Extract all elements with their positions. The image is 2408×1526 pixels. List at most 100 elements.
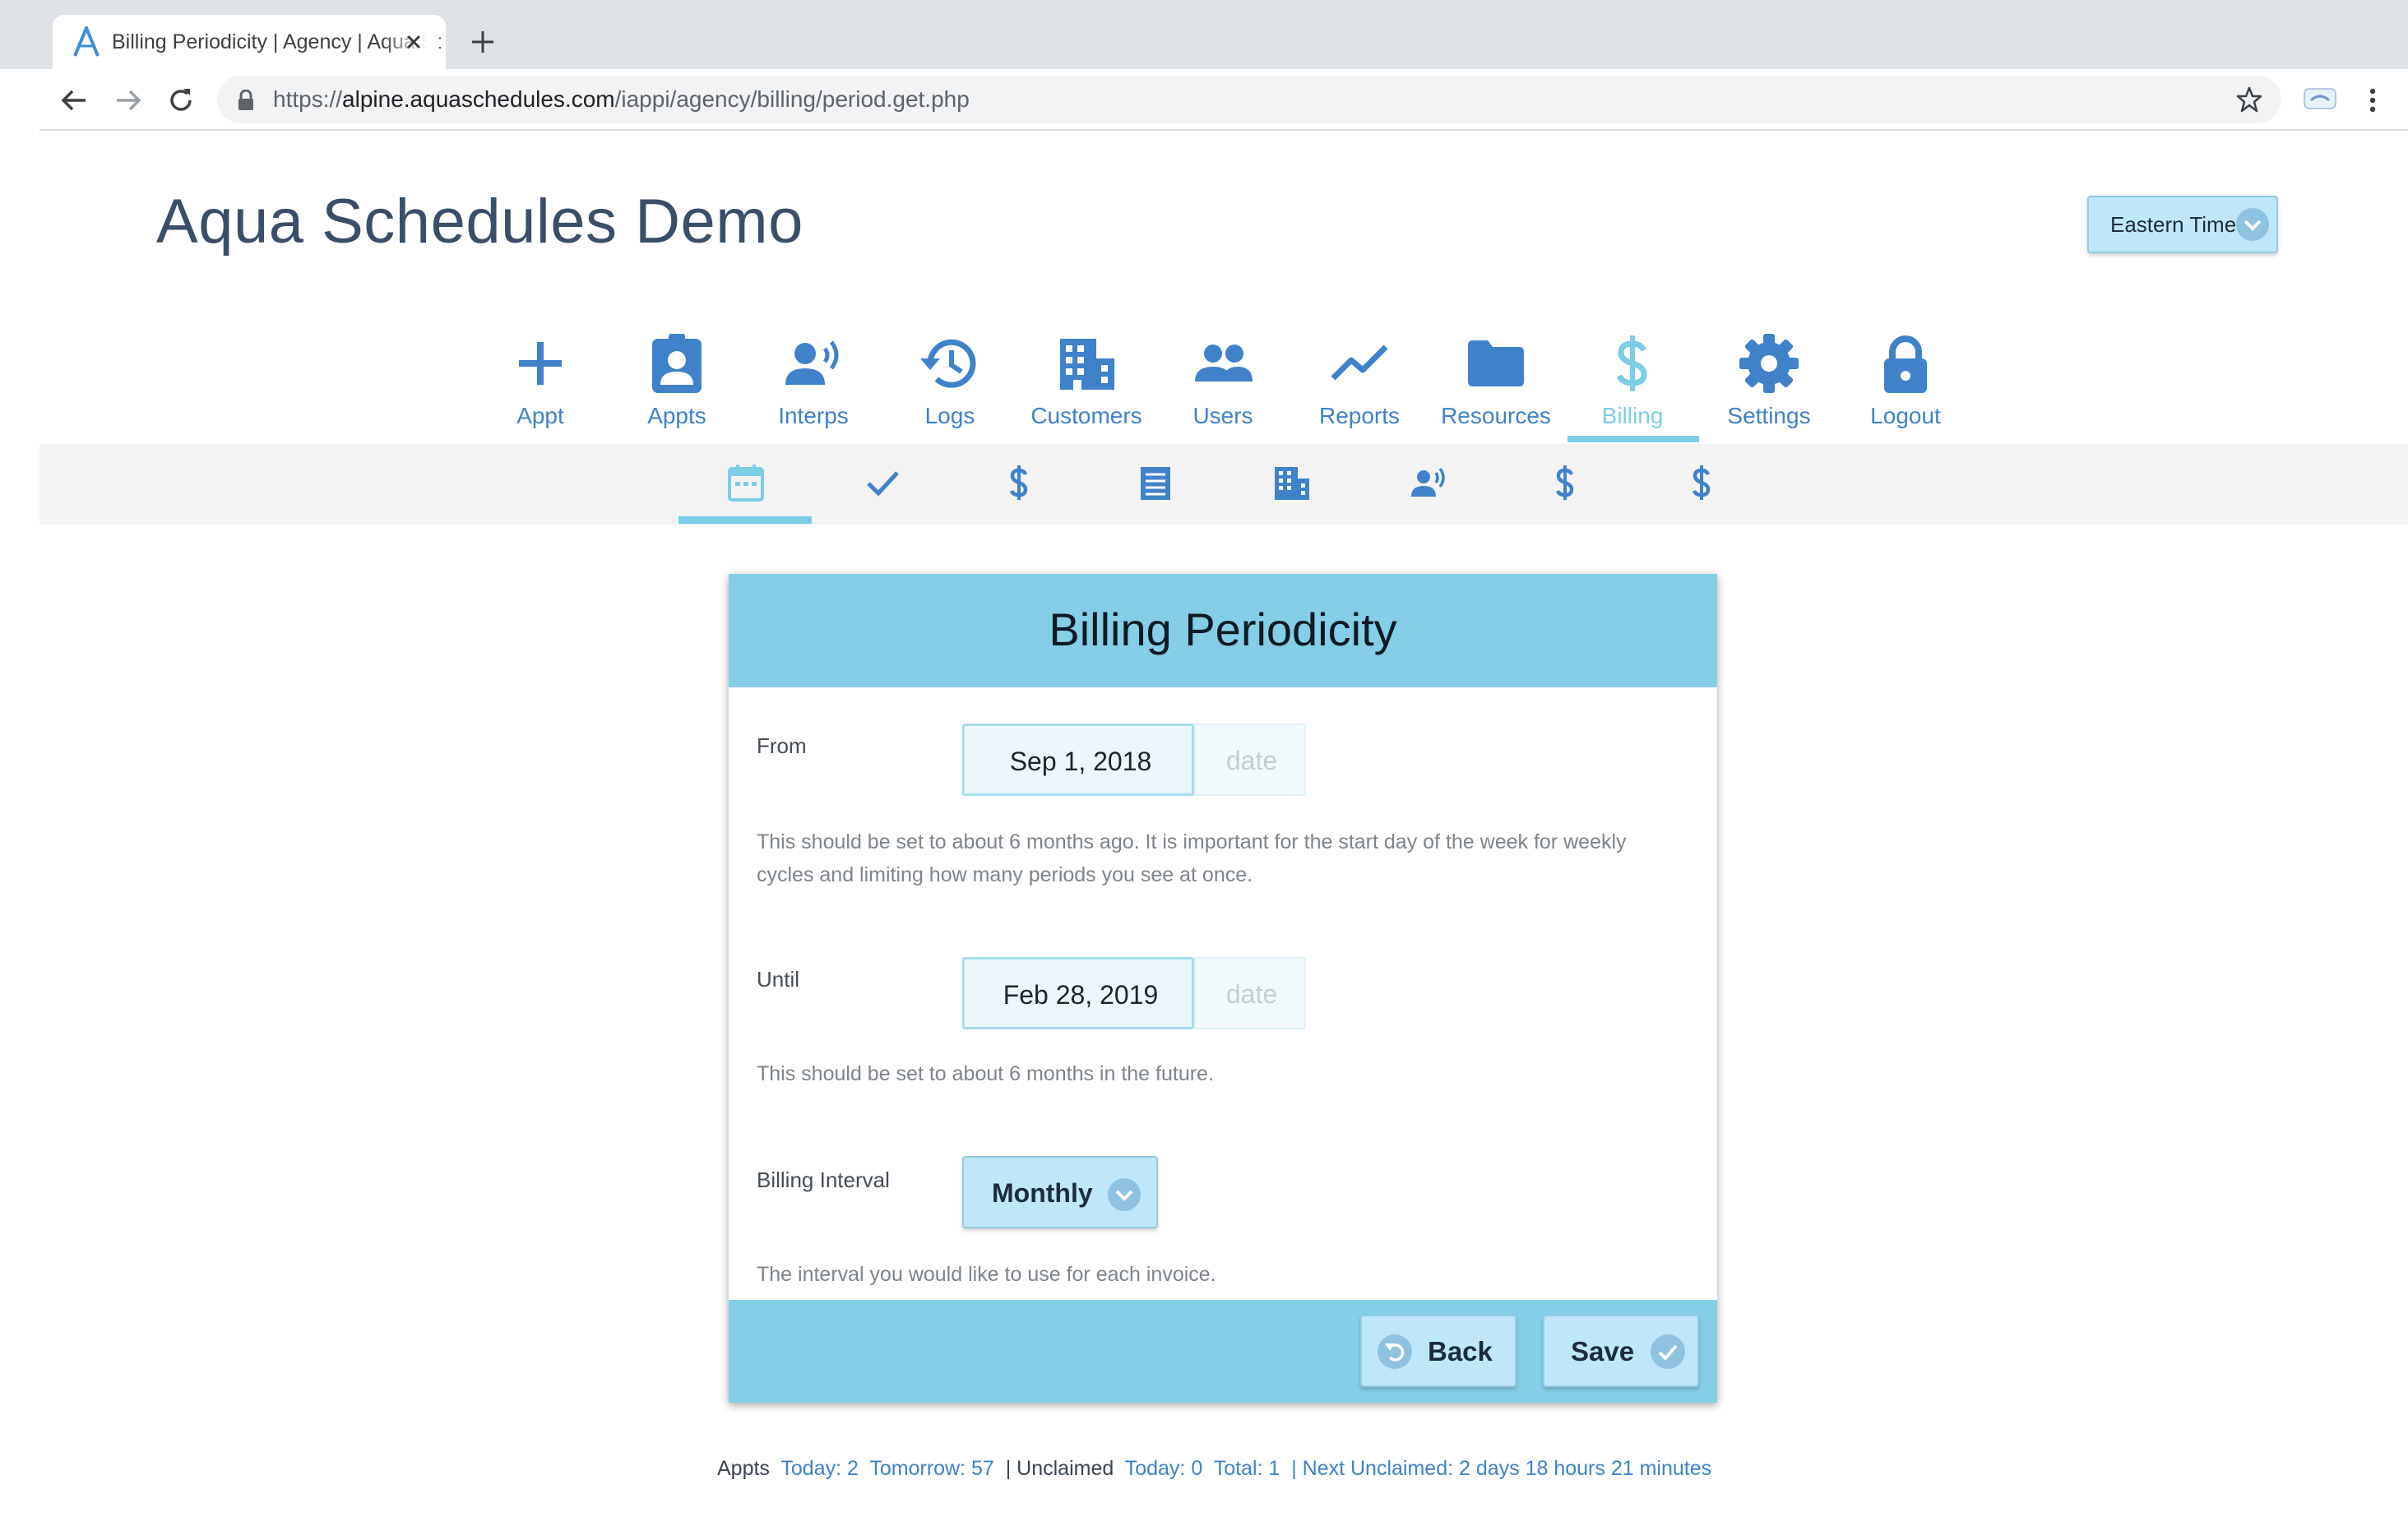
- billing-periodicity-card: Billing Periodicity From Sep 1, 2018 dat…: [729, 574, 1717, 1403]
- history-clock-icon: [920, 339, 976, 388]
- appts-today-link[interactable]: Today: 2: [780, 1457, 859, 1480]
- chevron-down-icon: [1108, 1178, 1141, 1211]
- until-date-input[interactable]: Feb 28, 2019: [962, 957, 1194, 1029]
- gear-icon: [1739, 334, 1799, 393]
- back-label: Back: [1428, 1336, 1493, 1366]
- nav-label: Appts: [647, 403, 706, 428]
- nav-label: Settings: [1727, 403, 1811, 428]
- date-addon-label: date: [1225, 979, 1278, 1009]
- nav-users[interactable]: Users: [1155, 322, 1291, 437]
- nav-label: Billing: [1601, 403, 1664, 428]
- dollar-icon: [1009, 465, 1028, 500]
- checkmark-icon: [867, 471, 899, 497]
- browser-tab[interactable]: Billing Periodicity | Agency | Aqua Sche…: [53, 15, 446, 69]
- appts-label: Appts: [717, 1457, 770, 1480]
- subnav-invoices[interactable]: [1088, 444, 1221, 525]
- from-help-text: This should be set to about 6 months ago…: [757, 830, 1627, 886]
- browser-toolbar: https://alpine.aquaschedules.com/iappi/a…: [0, 69, 2408, 130]
- lock-icon: [1884, 335, 1927, 393]
- status-bar: Appts Today: 2 Tomorrow: 57 | Unclaimed …: [717, 1454, 1711, 1483]
- subnav-billing-b[interactable]: [1498, 444, 1631, 525]
- subnav-customers[interactable]: [1225, 444, 1358, 525]
- billing-interval-label: Billing Interval: [757, 1168, 890, 1192]
- line-chart-icon: [1331, 345, 1388, 381]
- until-date-value: Feb 28, 2019: [1003, 980, 1159, 1010]
- address-bar[interactable]: https://alpine.aquaschedules.com/iappi/a…: [217, 76, 2281, 123]
- more-menu-icon[interactable]: [2360, 86, 2385, 115]
- save-label: Save: [1571, 1336, 1635, 1366]
- building-icon: [1060, 339, 1114, 390]
- until-help-text: This should be set to about 6 months in …: [757, 1062, 1214, 1085]
- until-label: Until: [757, 967, 800, 992]
- folder-icon: [1468, 340, 1524, 386]
- nav-billing[interactable]: Billing: [1564, 322, 1701, 437]
- contact-badge-icon: [652, 334, 702, 393]
- card-footer: Back Save: [729, 1300, 1717, 1403]
- calendar-icon: [728, 465, 764, 502]
- back-button[interactable]: Back: [1360, 1315, 1517, 1387]
- unclaimed-label: | Unclaimed: [1005, 1457, 1114, 1480]
- nav-interps[interactable]: Interps: [745, 322, 882, 437]
- new-tab-icon[interactable]: [465, 25, 500, 59]
- nav-customers[interactable]: Customers: [1018, 322, 1155, 437]
- bookmark-star-icon[interactable]: [2235, 86, 2263, 113]
- nav-resources[interactable]: Resources: [1428, 322, 1564, 437]
- subnav-billing-a[interactable]: [952, 444, 1085, 525]
- nav-label: Interps: [778, 403, 849, 428]
- next-unclaimed-link[interactable]: | Next Unclaimed: 2 days 18 hours 21 min…: [1291, 1457, 1711, 1480]
- users-icon: [1195, 345, 1253, 382]
- card-title: Billing Periodicity: [1049, 603, 1397, 655]
- interpreter-speaking-icon: [785, 340, 839, 385]
- dollar-icon: [1692, 465, 1711, 500]
- url-text: https://alpine.aquaschedules.com/iappi/a…: [273, 86, 970, 112]
- active-nav-indicator: [1568, 436, 1699, 442]
- chevron-down-icon: [2236, 208, 2269, 241]
- nav-label: Reports: [1318, 403, 1401, 428]
- unclaimed-today-link[interactable]: Today: 0: [1125, 1457, 1203, 1480]
- timezone-label: Eastern Time: [2110, 212, 2237, 237]
- nav-appts[interactable]: Appts: [609, 322, 745, 437]
- reload-icon[interactable]: [163, 82, 199, 118]
- billing-interval-help-text: The interval you would like to use for e…: [757, 1263, 1216, 1286]
- nav-label: Customers: [1030, 403, 1142, 428]
- billing-interval-value: Monthly: [992, 1178, 1093, 1208]
- check-circle-icon: [1651, 1334, 1685, 1369]
- aqua-favicon-icon: [73, 26, 100, 57]
- plus-icon: [519, 342, 562, 385]
- nav-logs[interactable]: Logs: [882, 322, 1018, 437]
- subnav-period[interactable]: [678, 444, 812, 525]
- extension-icon[interactable]: [2303, 86, 2337, 112]
- from-date-input[interactable]: Sep 1, 2018: [962, 724, 1194, 796]
- billing-subnav: [39, 444, 2408, 525]
- from-date-value: Sep 1, 2018: [1009, 747, 1152, 776]
- forward-arrow-icon[interactable]: [110, 82, 146, 118]
- nav-reports[interactable]: Reports: [1291, 322, 1428, 437]
- dollar-icon: [1555, 465, 1574, 500]
- unclaimed-total-link[interactable]: Total: 1: [1214, 1457, 1280, 1480]
- nav-appt[interactable]: Appt: [472, 322, 609, 437]
- billing-interval-select[interactable]: Monthly: [962, 1156, 1158, 1228]
- lock-icon: [238, 90, 253, 110]
- subnav-interpreters[interactable]: [1361, 444, 1494, 525]
- undo-icon: [1378, 1334, 1412, 1369]
- subnav-billing-c[interactable]: [1634, 444, 1767, 525]
- nav-label: Resources: [1441, 403, 1551, 428]
- card-header: Billing Periodicity: [729, 574, 1717, 687]
- active-subnav-indicator: [678, 516, 812, 524]
- back-arrow-icon[interactable]: [56, 82, 92, 118]
- timezone-select[interactable]: Eastern Time: [2087, 196, 2278, 253]
- invoice-list-icon: [1141, 467, 1170, 500]
- nav-label: Appt: [516, 403, 564, 428]
- save-button[interactable]: Save: [1543, 1315, 1699, 1387]
- browser-tab-strip: Billing Periodicity | Agency | Aqua Sche…: [0, 0, 2408, 69]
- subnav-approve[interactable]: [815, 444, 948, 525]
- nav-label: Logout: [1870, 403, 1941, 428]
- close-icon[interactable]: [400, 28, 428, 56]
- toolbar-divider: [39, 129, 2408, 131]
- from-date-picker-button[interactable]: date: [1194, 724, 1306, 796]
- nav-settings[interactable]: Settings: [1701, 322, 1837, 437]
- nav-logout[interactable]: Logout: [1837, 322, 1974, 437]
- until-date-picker-button[interactable]: date: [1194, 957, 1306, 1029]
- dollar-icon: [1616, 335, 1647, 391]
- appts-tomorrow-link[interactable]: Tomorrow: 57: [869, 1457, 993, 1480]
